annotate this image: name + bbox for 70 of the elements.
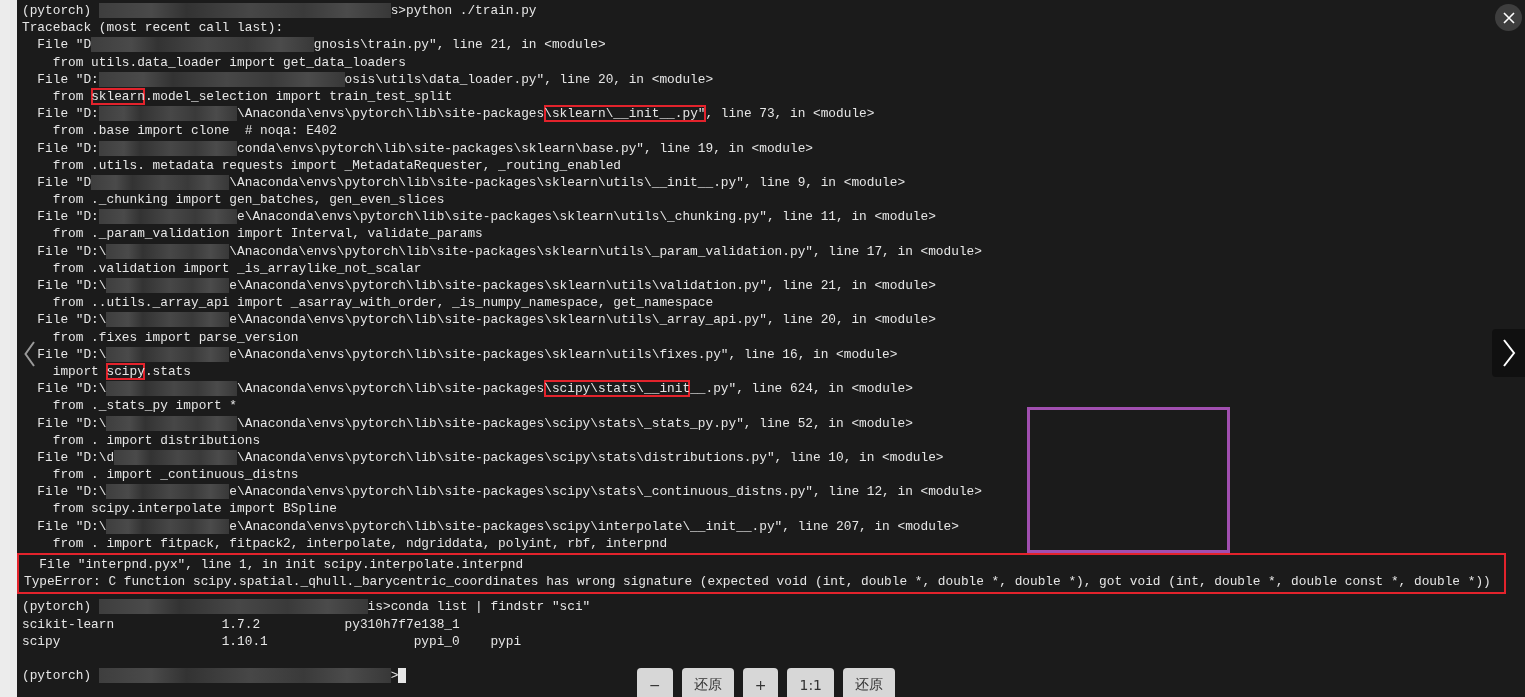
terminal-text: File "D:\d [37, 448, 115, 467]
terminal-text: File "D:\ [37, 517, 107, 535]
terminal-text: \Anaconda\envs\pytorch\lib\site-packages\sklearn\utils\__init__.py", line 9, in <module> [229, 173, 906, 192]
terminal-text: File "D:\ [37, 311, 107, 329]
previous-button[interactable] [23, 340, 35, 368]
terminal-text: (pytorch) [22, 598, 93, 616]
close-button[interactable] [1495, 4, 1522, 31]
terminal-text: \Anaconda\envs\pytorch\lib\site-packages\scipy\stats\distributions.py", line 10, in <module> [237, 448, 944, 467]
terminal-text: File "D:\ [37, 380, 107, 398]
terminal-text: (pytorch) [22, 2, 93, 20]
terminal-text: e\Anaconda\envs\pytorch\lib\site-packages\sklearn\utils\validation.py", line 21, in <module> [229, 277, 936, 295]
terminal-text: s>python ./train.py [390, 2, 537, 20]
terminal-text: from .validation import _is_arraylike_not_scalar [52, 259, 422, 277]
toolbar-button[interactable]: 还原 [843, 668, 895, 697]
terminal-text: File "D: [37, 139, 99, 157]
terminal-text: File "D:\ [37, 242, 107, 260]
terminal-text: e\Anaconda\envs\pytorch\lib\site-packages\sklearn\utils\fixes.py", line 16, in <module> [229, 345, 898, 363]
terminal-text: import [52, 362, 100, 381]
terminal-text: Traceback (most recent call last): [22, 19, 284, 37]
terminal-text: __.py", line 624, in <module> [690, 380, 913, 398]
terminal-text: , line 73, in <module> [705, 105, 875, 123]
terminal-text: > [390, 667, 399, 685]
terminal-text: \Anaconda\envs\pytorch\lib\site-packages\scipy\stats\_stats_py.py", line 52, in <module> [237, 414, 913, 432]
next-button[interactable] [1492, 329, 1525, 377]
terminal-text: from . import fitpack, fitpack2, interpolate, ndgriddata, polyint, rbf, interpnd [52, 534, 668, 552]
terminal-text: gnosis\train.py", line 21, in <module> [313, 36, 606, 54]
toolbar-button[interactable]: + [742, 668, 779, 697]
terminal-text: from ._chunking import gen_batches, gen_even_slices [52, 191, 445, 209]
terminal-text: e\Anaconda\envs\pytorch\lib\site-packages\sklearn\utils\_array_api.py", line 20, in <module> [229, 311, 936, 329]
terminal-text: from utils.data_loader import get_data_loaders [52, 53, 406, 71]
close-icon [1502, 11, 1515, 24]
terminal-text: (pytorch) [22, 667, 93, 685]
terminal-text: File "interpnd.pyx", line 1, in init scipy.interpolate.interpnd [39, 556, 524, 574]
terminal-text: File "D [37, 173, 92, 192]
terminal-text: from .fixes import parse_version [52, 328, 299, 346]
terminal-text: from . import distributions [52, 431, 261, 449]
terminal-text: from [52, 87, 85, 106]
terminal-text: File "D:\ [37, 277, 107, 295]
terminal-text: File "D:\ [37, 345, 107, 363]
terminal-text: .model_selection import train_test_split [144, 87, 453, 106]
terminal-text: from .base import clone # noqa: E402 [52, 122, 337, 140]
terminal-text: File "D:\ [37, 414, 107, 432]
terminal-text: from ._param_validation import Interval, validate_params [52, 225, 483, 243]
terminal-text: scikit-learn 1.7.2 py310h7f7e138_1 [22, 615, 460, 633]
terminal-text: e\Anaconda\envs\pytorch\lib\site-packages\sklearn\utils\_chunking.py", line 11, in <module> [237, 208, 936, 226]
terminal-text: e\Anaconda\envs\pytorch\lib\site-packages\scipy\interpolate\__init__.py", line 207, in <module> [229, 517, 959, 535]
terminal-text: \Anaconda\envs\pytorch\lib\site-packages [237, 105, 545, 123]
terminal-text: e\Anaconda\envs\pytorch\lib\site-packages\scipy\stats\_continuous_distns.py", line 12, in <module> [229, 483, 982, 501]
terminal-text: \Anaconda\envs\pytorch\lib\site-packages [237, 380, 545, 398]
toolbar-button[interactable]: 还原 [681, 668, 734, 697]
terminal-text: conda\envs\pytorch\lib\site-packages\sklearn\base.py", line 19, in <module> [237, 139, 813, 157]
terminal-text: File "D: [37, 105, 99, 123]
terminal-text: from scipy.interpolate import BSpline [52, 500, 337, 518]
chevron-left-icon [23, 341, 35, 367]
chevron-right-icon [1501, 339, 1516, 367]
terminal-text: File "D: [37, 70, 99, 88]
terminal-text: File "D: [37, 208, 99, 226]
terminal-text: \Anaconda\envs\pytorch\lib\site-packages\sklearn\utils\_param_validation.py", line 17, in <module> [229, 242, 982, 260]
terminal-text: from .utils. metadata requests import _MetadataRequester, _routing_enabled [52, 156, 621, 174]
terminal-text: File "D [37, 36, 92, 54]
terminal-text: File "D:\ [37, 483, 107, 501]
terminal-text: from ._stats_py import * [52, 397, 238, 415]
terminal-text: scipy 1.10.1 pypi_0 pypi [22, 632, 522, 650]
terminal-text: from ..utils._array_api import _asarray_with_order, _is_numpy_namespace, get_namespace [52, 294, 714, 312]
terminal-text: is>conda list | findstr "sci" [367, 598, 591, 616]
toolbar-button[interactable]: 1:1 [787, 668, 834, 697]
terminal-text: TypeError: C function scipy.spatial._qhull._barycentric_coordinates has wrong signature (expected void (int, double *, double *, double *), got void (int, double *, double const *, double *)) [24, 573, 1491, 591]
toolbar-button[interactable]: − [637, 668, 673, 697]
terminal-text: osis\utils\data_loader.py", line 20, in <module> [344, 70, 714, 88]
terminal-text: from . import _continuous_distns [52, 466, 299, 484]
